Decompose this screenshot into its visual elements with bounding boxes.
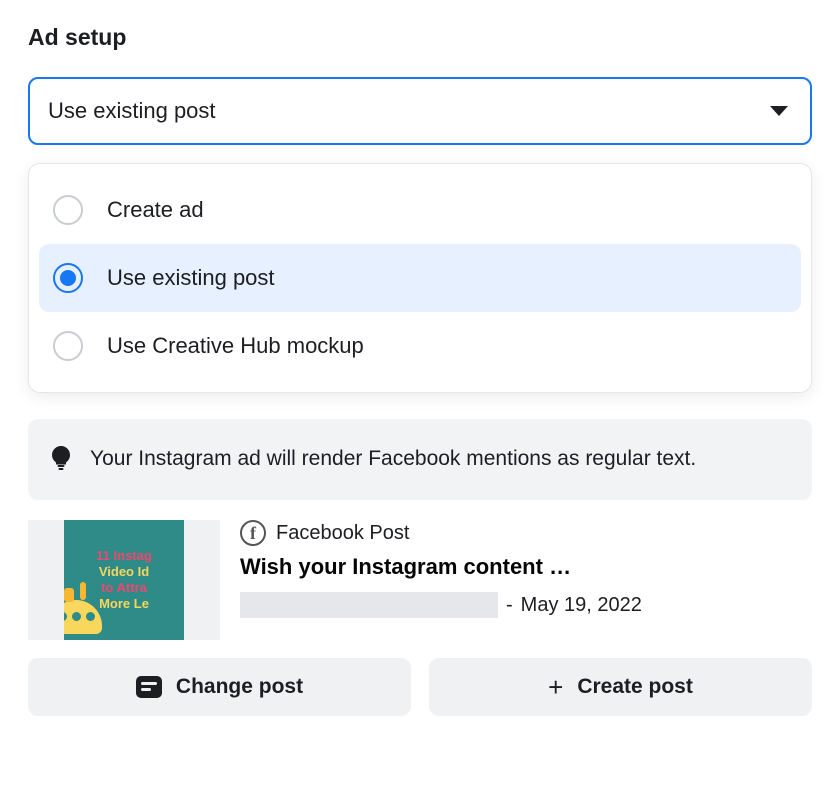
option-use-creative-hub[interactable]: Use Creative Hub mockup	[39, 312, 801, 380]
post-platform: f Facebook Post	[240, 520, 812, 546]
section-title: Ad setup	[28, 24, 812, 51]
option-use-existing-post[interactable]: Use existing post	[39, 244, 801, 312]
radio-selected-icon	[53, 263, 83, 293]
plus-icon: +	[548, 674, 563, 700]
button-label: Change post	[176, 675, 303, 699]
dropdown-selected-value: Use existing post	[48, 98, 216, 124]
post-title: Wish your Instagram content …	[240, 554, 812, 580]
radio-icon	[53, 195, 83, 225]
post-date: May 19, 2022	[521, 594, 642, 617]
button-label: Create post	[577, 675, 693, 699]
post-icon	[136, 676, 162, 698]
post-actions: Change post + Create post	[28, 658, 812, 716]
platform-label: Facebook Post	[276, 522, 409, 545]
option-label: Use Creative Hub mockup	[107, 333, 364, 359]
option-label: Use existing post	[107, 265, 275, 291]
post-date-prefix: -	[506, 594, 513, 617]
create-post-button[interactable]: + Create post	[429, 658, 812, 716]
post-thumbnail: 11 Instag Video Id to Attra More Le	[28, 520, 220, 640]
ad-setup-dropdown[interactable]: Use existing post	[28, 77, 812, 145]
change-post-button[interactable]: Change post	[28, 658, 411, 716]
option-create-ad[interactable]: Create ad	[39, 176, 801, 244]
facebook-icon: f	[240, 520, 266, 546]
dropdown-menu: Create ad Use existing post Use Creative…	[28, 163, 812, 393]
caret-down-icon	[770, 106, 788, 116]
post-meta-line: - May 19, 2022	[240, 592, 812, 618]
lightbulb-icon	[50, 445, 72, 476]
redacted-author	[240, 592, 498, 618]
selected-post-preview: 11 Instag Video Id to Attra More Le f Fa…	[28, 520, 812, 640]
radio-icon	[53, 331, 83, 361]
info-notice: Your Instagram ad will render Facebook m…	[28, 419, 812, 500]
notice-text: Your Instagram ad will render Facebook m…	[90, 443, 696, 475]
option-label: Create ad	[107, 197, 204, 223]
ad-setup-section: Ad setup Use existing post Create ad Use…	[0, 0, 840, 716]
